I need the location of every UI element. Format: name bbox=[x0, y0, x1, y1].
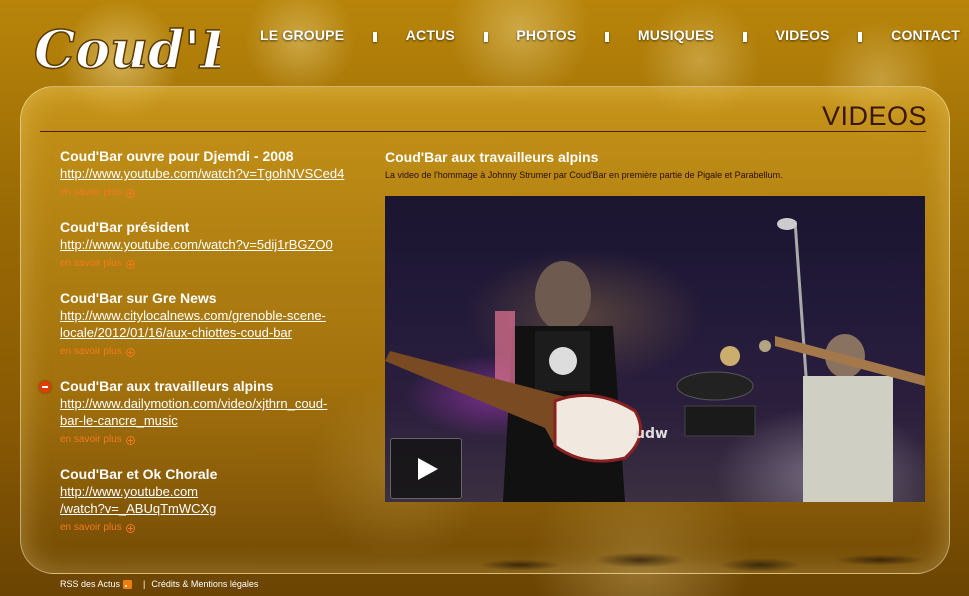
more-label: en savoir plus bbox=[60, 434, 122, 445]
crowd-silhouette bbox=[420, 505, 960, 575]
more-link[interactable]: en savoir plus bbox=[60, 433, 135, 447]
video-list-item: Coud'Bar et Ok Chorale http://www.youtub… bbox=[60, 466, 370, 554]
video-link-line: bar-le-cancre_music bbox=[60, 413, 178, 428]
video-title: Coud'Bar aux travailleurs alpins bbox=[60, 378, 274, 394]
nav-separator bbox=[742, 32, 747, 42]
video-link[interactable]: http://www.youtube.com /watch?v=_ABUqTmW… bbox=[60, 483, 370, 517]
video-link-line: http://www.youtube.com bbox=[60, 484, 199, 499]
nav-musiques[interactable]: Musiques bbox=[638, 27, 714, 43]
plus-circle-icon bbox=[125, 435, 135, 445]
shirt-skull bbox=[549, 347, 577, 375]
nav-videos[interactable]: Videos bbox=[776, 27, 830, 43]
plus-circle-icon bbox=[125, 188, 135, 198]
more-link[interactable]: en savoir plus bbox=[60, 186, 135, 200]
nav-separator bbox=[605, 32, 610, 42]
credits-link[interactable]: Crédits & Mentions légales bbox=[151, 579, 258, 589]
more-link[interactable]: en savoir plus bbox=[60, 345, 135, 359]
nav-separator bbox=[483, 32, 488, 42]
video-list-item: Coud'Bar ouvre pour Djemdi - 2008 http:/… bbox=[60, 148, 370, 219]
detail-title: Coud'Bar aux travailleurs alpins bbox=[385, 149, 599, 165]
play-button[interactable] bbox=[390, 438, 462, 499]
more-label: en savoir plus bbox=[60, 522, 122, 533]
rss-label: RSS des Actus bbox=[60, 579, 121, 589]
bass-body bbox=[553, 393, 643, 463]
minus-circle-icon[interactable] bbox=[39, 381, 51, 393]
plus-circle-icon bbox=[125, 523, 135, 533]
footer-separator: | bbox=[143, 579, 146, 589]
nav-photos[interactable]: Photos bbox=[516, 27, 576, 43]
video-title: Coud'Bar et Ok Chorale bbox=[60, 466, 218, 482]
nav-separator bbox=[858, 32, 863, 42]
more-label: en savoir plus bbox=[60, 187, 122, 198]
drum bbox=[676, 371, 754, 401]
video-list-item-active: Coud'Bar aux travailleurs alpins http://… bbox=[39, 378, 370, 466]
more-link[interactable]: en savoir plus bbox=[60, 257, 135, 271]
video-link-line: /watch?v=_ABUqTmWCXg bbox=[60, 501, 217, 516]
more-label: en savoir plus bbox=[60, 346, 122, 357]
logo-graphic: Coud'Bar bbox=[33, 19, 309, 82]
video-frame: udw bbox=[385, 218, 925, 502]
video-link[interactable]: http://www.citylocalnews.com/grenoble-sc… bbox=[60, 307, 370, 341]
nav-contact[interactable]: Contact bbox=[891, 27, 960, 43]
video-title: Coud'Bar ouvre pour Djemdi - 2008 bbox=[60, 148, 294, 164]
video-link-line: http://www.citylocalnews.com/grenoble-sc… bbox=[60, 308, 326, 323]
video-list-item: Coud'Bar sur Gre News http://www.cityloc… bbox=[60, 290, 370, 378]
main-nav: Le Groupe Actus Photos Musiques Videos C… bbox=[260, 24, 960, 46]
video-player[interactable]: udw bbox=[385, 196, 925, 502]
drum-body bbox=[684, 405, 756, 437]
nav-separator bbox=[372, 32, 377, 42]
logo-text: Coud'Bar bbox=[34, 20, 220, 81]
stage-light bbox=[759, 340, 771, 352]
footer: RSS des Actus | Crédits & Mentions légal… bbox=[60, 579, 258, 589]
video-link[interactable]: http://www.youtube.com/watch?v=TgohNVSCe… bbox=[60, 165, 370, 182]
video-list-item: Coud'Bar président http://www.youtube.co… bbox=[60, 219, 370, 290]
detail-description: La video de l'hommage à Johnny Strumer p… bbox=[385, 170, 783, 180]
video-link[interactable]: http://www.youtube.com/watch?v=5dij1rBGZ… bbox=[60, 236, 370, 253]
plus-circle-icon bbox=[125, 347, 135, 357]
title-divider bbox=[40, 131, 926, 132]
logo[interactable]: Coud'Bar bbox=[30, 8, 309, 84]
drum-brand-text: udw bbox=[635, 426, 668, 442]
more-label: en savoir plus bbox=[60, 258, 122, 269]
rss-link[interactable]: RSS des Actus bbox=[60, 579, 120, 589]
nav-actus[interactable]: Actus bbox=[406, 27, 455, 43]
video-link-line: http://www.dailymotion.com/video/xjthrn_… bbox=[60, 396, 328, 411]
musician-body bbox=[803, 376, 893, 502]
more-link[interactable]: en savoir plus bbox=[60, 521, 135, 535]
microphone bbox=[777, 218, 797, 230]
nav-le-groupe[interactable]: Le Groupe bbox=[260, 27, 344, 43]
plus-circle-icon bbox=[125, 259, 135, 269]
rss-icon[interactable] bbox=[123, 579, 133, 589]
musician-head bbox=[535, 261, 591, 331]
video-link-line: locale/2012/01/16/aux-chiottes-coud-bar bbox=[60, 325, 292, 340]
stage-light bbox=[720, 346, 740, 366]
page-title: Videos bbox=[821, 101, 927, 131]
video-link[interactable]: http://www.dailymotion.com/video/xjthrn_… bbox=[60, 395, 370, 429]
video-list: Coud'Bar ouvre pour Djemdi - 2008 http:/… bbox=[39, 148, 370, 554]
video-title: Coud'Bar président bbox=[60, 219, 190, 235]
video-title: Coud'Bar sur Gre News bbox=[60, 290, 217, 306]
